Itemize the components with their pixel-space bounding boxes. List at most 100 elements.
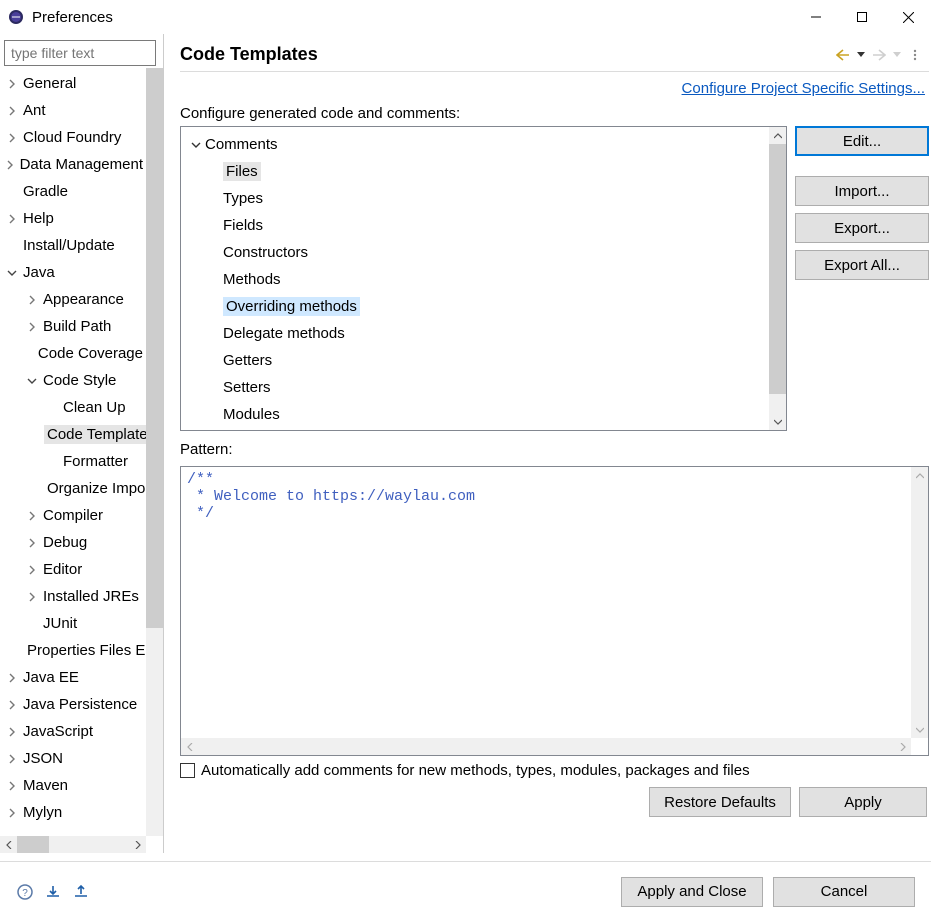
- chevron-down-icon[interactable]: [4, 268, 20, 278]
- back-dropdown-icon[interactable]: [853, 47, 869, 63]
- scrollbar-thumb-h[interactable]: [17, 836, 49, 853]
- configure-project-settings-link[interactable]: Configure Project Specific Settings...: [682, 80, 925, 97]
- chevron-right-icon[interactable]: [24, 511, 40, 521]
- scrollbar-horizontal[interactable]: [0, 836, 146, 853]
- chevron-right-icon[interactable]: [4, 754, 20, 764]
- auto-comments-checkbox[interactable]: [180, 763, 195, 778]
- chevron-right-icon[interactable]: [4, 79, 20, 89]
- scrollbar-thumb[interactable]: [146, 68, 163, 628]
- scroll-left-icon[interactable]: [0, 836, 17, 853]
- chevron-down-icon[interactable]: [187, 140, 205, 150]
- chevron-right-icon[interactable]: [4, 214, 20, 224]
- close-button[interactable]: [885, 2, 931, 32]
- template-tree-item[interactable]: Files: [187, 158, 769, 185]
- sidebar-item[interactable]: Formatter: [0, 448, 146, 475]
- chevron-right-icon[interactable]: [4, 781, 20, 791]
- chevron-right-icon[interactable]: [4, 727, 20, 737]
- back-icon[interactable]: [835, 47, 851, 63]
- export-button[interactable]: Export...: [795, 213, 929, 243]
- minimize-button[interactable]: [793, 2, 839, 32]
- template-tree-item[interactable]: Modules: [187, 401, 769, 428]
- sidebar-item[interactable]: Code Style: [0, 367, 146, 394]
- chevron-right-icon[interactable]: [4, 160, 17, 170]
- chevron-down-icon[interactable]: [24, 376, 40, 386]
- edit-button[interactable]: Edit...: [795, 126, 929, 156]
- templates-scrollbar[interactable]: [769, 127, 786, 430]
- sidebar-item[interactable]: Code Templates: [0, 421, 146, 448]
- chevron-right-icon[interactable]: [24, 592, 40, 602]
- template-tree-item[interactable]: Fields: [187, 212, 769, 239]
- menu-icon[interactable]: [907, 47, 923, 63]
- filter-input[interactable]: [4, 40, 156, 66]
- pattern-scrollbar-h[interactable]: [181, 738, 911, 755]
- template-tree-item[interactable]: Overriding methods: [187, 293, 769, 320]
- apply-button[interactable]: Apply: [799, 787, 927, 817]
- import-button[interactable]: Import...: [795, 176, 929, 206]
- pattern-textarea[interactable]: /** * Welcome to https://waylau.com */: [180, 466, 929, 756]
- sidebar-item[interactable]: General: [0, 70, 146, 97]
- sidebar-item[interactable]: JUnit: [0, 610, 146, 637]
- sidebar-item[interactable]: Properties Files Editor: [0, 637, 146, 664]
- export-prefs-icon[interactable]: [72, 883, 90, 901]
- sidebar-item[interactable]: Gradle: [0, 178, 146, 205]
- apply-and-close-button[interactable]: Apply and Close: [621, 877, 763, 907]
- template-tree-item[interactable]: Delegate methods: [187, 320, 769, 347]
- sidebar-item[interactable]: Java EE: [0, 664, 146, 691]
- chevron-right-icon[interactable]: [4, 673, 20, 683]
- sidebar-item[interactable]: Data Management: [0, 151, 146, 178]
- sidebar-item[interactable]: Ant: [0, 97, 146, 124]
- chevron-right-icon[interactable]: [24, 322, 40, 332]
- chevron-right-icon[interactable]: [4, 106, 20, 116]
- sidebar-item[interactable]: Cloud Foundry: [0, 124, 146, 151]
- scroll-down-icon[interactable]: [769, 413, 786, 430]
- sidebar-item[interactable]: Compiler: [0, 502, 146, 529]
- sidebar-item[interactable]: Java: [0, 259, 146, 286]
- scrollbar-vertical[interactable]: [146, 68, 163, 836]
- sidebar-item[interactable]: Mylyn: [0, 799, 146, 826]
- template-tree-item[interactable]: Constructors: [187, 239, 769, 266]
- forward-icon[interactable]: [871, 47, 887, 63]
- scroll-up-icon[interactable]: [769, 127, 786, 144]
- scroll-right-icon[interactable]: [129, 836, 146, 853]
- template-tree-root[interactable]: Comments: [187, 131, 769, 158]
- forward-dropdown-icon[interactable]: [889, 47, 905, 63]
- chevron-right-icon[interactable]: [4, 133, 20, 143]
- sidebar-item[interactable]: Install/Update: [0, 232, 146, 259]
- scrollbar-thumb[interactable]: [769, 144, 786, 394]
- sidebar-item[interactable]: Installed JREs: [0, 583, 146, 610]
- template-tree-item[interactable]: Types: [187, 185, 769, 212]
- template-tree-item[interactable]: Setters: [187, 374, 769, 401]
- pattern-content[interactable]: /** * Welcome to https://waylau.com */: [187, 471, 908, 735]
- scroll-down-icon[interactable]: [911, 721, 928, 738]
- sidebar-item[interactable]: Java Persistence: [0, 691, 146, 718]
- sidebar-item[interactable]: Build Path: [0, 313, 146, 340]
- sidebar-item[interactable]: JSON: [0, 745, 146, 772]
- chevron-right-icon[interactable]: [24, 565, 40, 575]
- sidebar-item[interactable]: Help: [0, 205, 146, 232]
- chevron-right-icon[interactable]: [24, 295, 40, 305]
- scroll-right-icon[interactable]: [894, 738, 911, 755]
- chevron-right-icon[interactable]: [24, 538, 40, 548]
- restore-defaults-button[interactable]: Restore Defaults: [649, 787, 791, 817]
- maximize-button[interactable]: [839, 2, 885, 32]
- sidebar-item[interactable]: Maven: [0, 772, 146, 799]
- pattern-scrollbar-v[interactable]: [911, 467, 928, 738]
- sidebar-item[interactable]: JavaScript: [0, 718, 146, 745]
- chevron-right-icon[interactable]: [4, 700, 20, 710]
- sidebar-item[interactable]: Editor: [0, 556, 146, 583]
- help-icon[interactable]: ?: [16, 883, 34, 901]
- cancel-button[interactable]: Cancel: [773, 877, 915, 907]
- chevron-right-icon[interactable]: [4, 808, 20, 818]
- templates-tree[interactable]: CommentsFilesTypesFieldsConstructorsMeth…: [180, 126, 787, 431]
- sidebar-item[interactable]: Appearance: [0, 286, 146, 313]
- sidebar-item[interactable]: Clean Up: [0, 394, 146, 421]
- scroll-left-icon[interactable]: [181, 738, 198, 755]
- sidebar-item[interactable]: Debug: [0, 529, 146, 556]
- preferences-tree[interactable]: GeneralAntCloud FoundryData ManagementGr…: [0, 68, 163, 853]
- export-all-button[interactable]: Export All...: [795, 250, 929, 280]
- sidebar-item[interactable]: Code Coverage: [0, 340, 146, 367]
- template-tree-item[interactable]: Getters: [187, 347, 769, 374]
- template-tree-item[interactable]: Methods: [187, 266, 769, 293]
- import-prefs-icon[interactable]: [44, 883, 62, 901]
- scroll-up-icon[interactable]: [911, 467, 928, 484]
